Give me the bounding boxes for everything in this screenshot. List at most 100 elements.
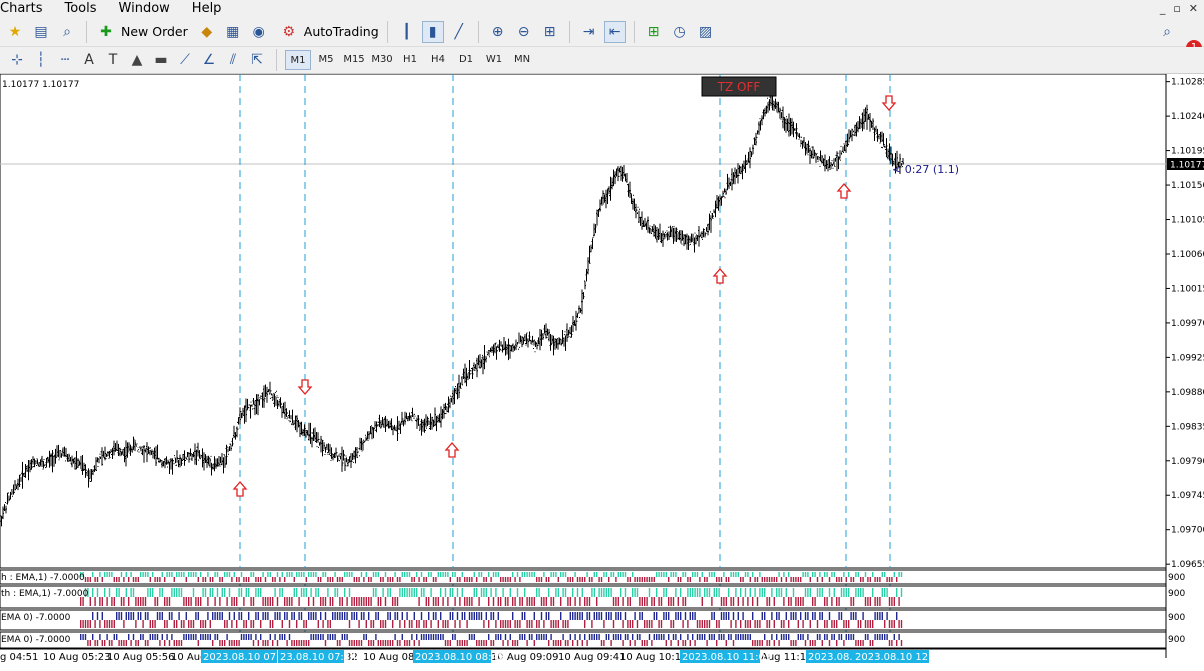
indicator-bar — [519, 634, 521, 640]
timeframe-h4[interactable]: H4 — [425, 50, 451, 70]
indicator-bar — [334, 588, 336, 597]
triangle-icon[interactable]: ▲ — [126, 49, 148, 71]
gann-icon[interactable]: ∠ — [198, 49, 220, 71]
indicator-bar — [84, 634, 87, 640]
indicator-bar — [202, 588, 204, 597]
indicator-bar — [824, 620, 826, 628]
indicator-bar — [279, 634, 281, 640]
timeframe-h1[interactable]: H1 — [397, 50, 423, 70]
price-chart[interactable]: 1.10285 1.10240 1.10195 1.10150 1.10105 1.100… — [0, 73, 1204, 671]
fibonacci-icon[interactable]: ⟋ — [174, 49, 196, 71]
indicator-bar — [555, 640, 557, 646]
indicator-bar — [348, 572, 351, 577]
indicator-bar — [245, 634, 247, 640]
indicator-bar — [826, 572, 828, 577]
indicator-bar — [872, 620, 874, 628]
indicator-bar — [255, 577, 257, 582]
menu-tools[interactable]: Tools — [65, 1, 97, 16]
new-order-button[interactable]: ✚ New Order — [91, 19, 192, 45]
indicator-bar — [346, 572, 348, 577]
indicator-bar — [888, 640, 891, 646]
text-label-icon[interactable]: T — [102, 49, 124, 71]
indicator-bar — [310, 612, 312, 620]
indicator-bar — [646, 620, 648, 628]
indicator-bar — [485, 612, 487, 620]
signals-icon[interactable]: ◉ — [248, 21, 270, 43]
menu-help[interactable]: Help — [192, 1, 222, 16]
indicator-bar — [430, 588, 432, 597]
timeframe-m15[interactable]: M15 — [341, 50, 367, 70]
chart-shift-icon[interactable]: ⇥ — [578, 21, 600, 43]
indicator-bar — [886, 612, 888, 620]
indicator-bar — [677, 597, 679, 606]
indicator-bar — [555, 572, 557, 577]
zoom-window-icon[interactable]: ⌕ — [56, 21, 78, 43]
indicator-bar — [574, 634, 576, 640]
timeframe-m1[interactable]: M1 — [285, 50, 311, 70]
indicator-bar — [132, 577, 135, 582]
zoom-in-icon[interactable]: ⊕ — [487, 21, 509, 43]
indicator-bar — [569, 634, 571, 640]
favorites-star-icon[interactable]: ★ — [4, 21, 26, 43]
navigator-icon[interactable]: ▤ — [30, 21, 52, 43]
indicator-bar — [761, 612, 763, 620]
indicator-bar — [332, 577, 334, 582]
search-icon[interactable]: ⌕ — [1156, 21, 1178, 43]
candlestick-icon[interactable]: ▮ — [421, 20, 444, 43]
indicator-bar — [759, 588, 761, 597]
indicator-bar — [392, 597, 394, 606]
indicator-bar — [449, 612, 451, 620]
rectangle-icon[interactable]: ▬ — [150, 49, 172, 71]
tz-button[interactable]: TZ OFF — [717, 80, 761, 94]
line-chart-icon[interactable]: ╱ — [448, 21, 470, 43]
restore-button[interactable]: ▫ — [1173, 2, 1180, 15]
indicator-bar — [615, 634, 617, 640]
indicator-bar — [804, 572, 807, 577]
indicator-bar — [646, 597, 648, 606]
close-button[interactable]: ✕ — [1189, 2, 1198, 15]
indicator-bar — [754, 640, 756, 646]
chart-area[interactable]: 1.10285 1.10240 1.10195 1.10150 1.10105 1.100… — [0, 73, 1204, 671]
menu-window[interactable]: Window — [119, 1, 170, 16]
indicator-bar — [598, 577, 600, 582]
indicator-bar — [836, 620, 838, 628]
zoom-out-icon[interactable]: ⊖ — [513, 21, 535, 43]
terminal-icon[interactable]: ▦ — [222, 21, 244, 43]
channel-icon[interactable]: ⫽ — [222, 49, 244, 71]
templates-icon[interactable]: ▨ — [695, 21, 717, 43]
vertical-line-icon[interactable]: ┆ — [30, 49, 52, 71]
tile-windows-icon[interactable]: ⊞ — [539, 21, 561, 43]
timeframe-d1[interactable]: D1 — [453, 50, 479, 70]
autoscroll-icon[interactable]: ⇤ — [603, 20, 626, 43]
indicator-bar — [111, 640, 113, 646]
autotrading-button[interactable]: ⚙ AutoTrading — [274, 19, 383, 45]
indicator-bar — [322, 634, 324, 640]
timeframe-w1[interactable]: W1 — [481, 50, 507, 70]
periods-icon[interactable]: ◷ — [669, 21, 691, 43]
text-icon[interactable]: A — [78, 49, 100, 71]
horizontal-line-icon[interactable]: ┄ — [54, 49, 76, 71]
indicator-bar — [864, 572, 867, 577]
menu-charts[interactable]: Charts — [0, 1, 43, 16]
indicator-bar — [370, 620, 372, 628]
market-watch-icon[interactable]: ◆ — [196, 21, 218, 43]
minimize-button[interactable]: _ — [1160, 2, 1166, 15]
indicator-bar — [485, 640, 487, 646]
indicator-bar — [197, 577, 199, 582]
indicator-bar — [284, 597, 286, 606]
crosshair-icon[interactable]: ⊹ — [6, 49, 28, 71]
indicator-bar — [298, 572, 300, 577]
indicator-bar — [111, 597, 113, 606]
timeframe-m30[interactable]: M30 — [369, 50, 395, 70]
arrows-icon[interactable]: ⇱ — [246, 49, 268, 71]
indicator-bar — [404, 588, 406, 597]
timeframe-m5[interactable]: M5 — [313, 50, 339, 70]
indicator-bar — [636, 588, 639, 597]
indicator-bar — [212, 588, 214, 597]
indicator-bar — [862, 577, 864, 582]
indicators-icon[interactable]: ⊞ — [643, 21, 665, 43]
bar-chart-icon[interactable]: ┃ — [396, 21, 418, 43]
timeframe-mn[interactable]: MN — [509, 50, 535, 70]
indicator-bar — [560, 572, 562, 577]
indicator-bar — [132, 612, 135, 620]
